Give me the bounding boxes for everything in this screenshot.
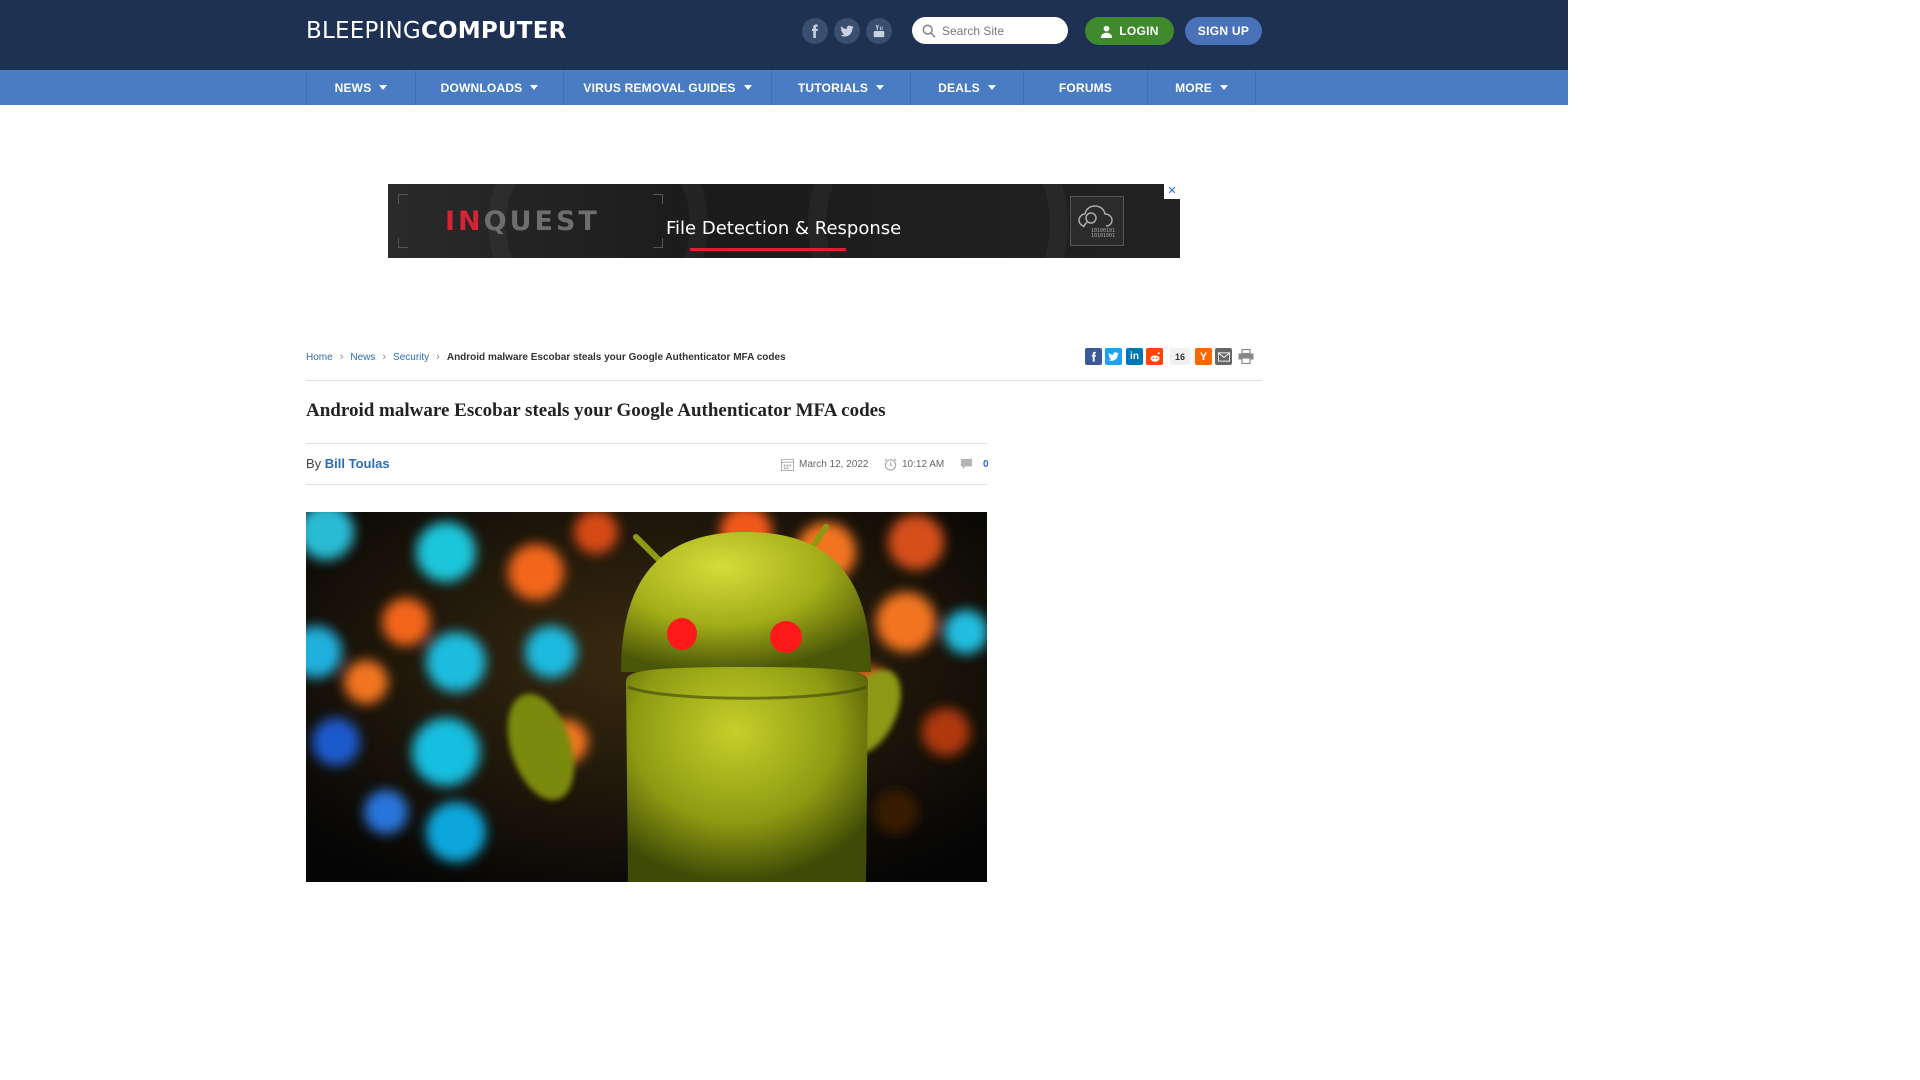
twitter-icon[interactable] [834, 18, 860, 44]
chevron-down-icon [876, 85, 885, 90]
ad-brand: INQUEST [445, 206, 600, 237]
print-icon[interactable] [1237, 348, 1254, 365]
nav-virus-removal-guides[interactable]: VIRUS REMOVAL GUIDES [564, 70, 772, 105]
article-byline: By Bill Toulas [306, 456, 390, 471]
linkedin-icon[interactable]: in [1126, 348, 1143, 365]
main-nav: NEWS DOWNLOADS VIRUS REMOVAL GUIDES TUTO… [0, 70, 1568, 105]
comments-link[interactable]: 0 [960, 457, 989, 471]
svg-text:10101001: 10101001 [1091, 233, 1115, 239]
search-box[interactable] [912, 17, 1068, 44]
site-header: BLEEPINGCOMPUTER LOGIN SIGN UP [0, 0, 1568, 70]
cloud-search-icon: 10100101 10101001 [1070, 196, 1124, 246]
breadcrumb-current: Android malware Escobar steals your Goog… [446, 351, 786, 363]
ad-banner[interactable]: INQUEST File Detection & Response 101001… [388, 184, 1180, 258]
chevron-right-icon: › [436, 351, 440, 363]
youtube-icon[interactable] [866, 18, 892, 44]
breadcrumb-home[interactable]: Home [306, 352, 333, 363]
hacker-news-icon[interactable]: Y [1195, 348, 1212, 365]
facebook-icon[interactable] [802, 18, 828, 44]
article-hero-image [306, 512, 987, 882]
divider [306, 484, 987, 485]
divider [306, 443, 987, 444]
site-logo[interactable]: BLEEPINGCOMPUTER [306, 18, 567, 44]
article-time: 10:12 AM [884, 457, 944, 471]
user-icon [1101, 25, 1113, 38]
divider [306, 380, 1262, 381]
chevron-down-icon [530, 85, 539, 90]
ad-corner [398, 238, 408, 248]
share-count: 16 [1170, 348, 1190, 365]
chevron-down-icon [379, 85, 388, 90]
ad-corner [398, 194, 408, 204]
signup-button[interactable]: SIGN UP [1185, 17, 1262, 45]
twitter-icon[interactable] [1105, 348, 1122, 365]
chevron-down-icon [987, 85, 996, 90]
nav-more[interactable]: MORE [1148, 70, 1256, 105]
breadcrumb-security[interactable]: Security [393, 352, 429, 363]
author-link[interactable]: Bill Toulas [325, 456, 390, 471]
chevron-down-icon [1219, 85, 1228, 90]
ad-underline [690, 248, 846, 251]
search-icon [922, 24, 936, 38]
ad-close-button[interactable]: ✕ [1164, 184, 1180, 199]
search-input[interactable] [942, 23, 1062, 38]
chevron-right-icon: › [339, 351, 344, 363]
ad-corner [653, 238, 663, 248]
alarm-clock-icon [884, 458, 897, 471]
article-date: March 12, 2022 [781, 457, 869, 471]
ad-tagline: File Detection & Response [666, 218, 902, 239]
nav-downloads[interactable]: DOWNLOADS [416, 70, 564, 105]
chevron-right-icon: › [382, 351, 387, 363]
ad-corner [653, 194, 663, 204]
login-button[interactable]: LOGIN [1085, 17, 1174, 45]
reddit-icon[interactable] [1146, 348, 1163, 365]
nav-news[interactable]: NEWS [306, 70, 416, 105]
nav-deals[interactable]: DEALS [911, 70, 1024, 105]
breadcrumb: Home › News › Security › Android malware… [306, 350, 786, 364]
comment-icon [960, 458, 973, 469]
email-icon[interactable] [1215, 348, 1232, 365]
chevron-down-icon [743, 85, 752, 90]
nav-forums[interactable]: FORUMS [1024, 70, 1148, 105]
article-title: Android malware Escobar steals your Goog… [306, 400, 886, 421]
breadcrumb-news[interactable]: News [350, 352, 375, 363]
facebook-icon[interactable] [1085, 348, 1102, 365]
calendar-icon [781, 458, 794, 471]
nav-tutorials[interactable]: TUTORIALS [772, 70, 911, 105]
